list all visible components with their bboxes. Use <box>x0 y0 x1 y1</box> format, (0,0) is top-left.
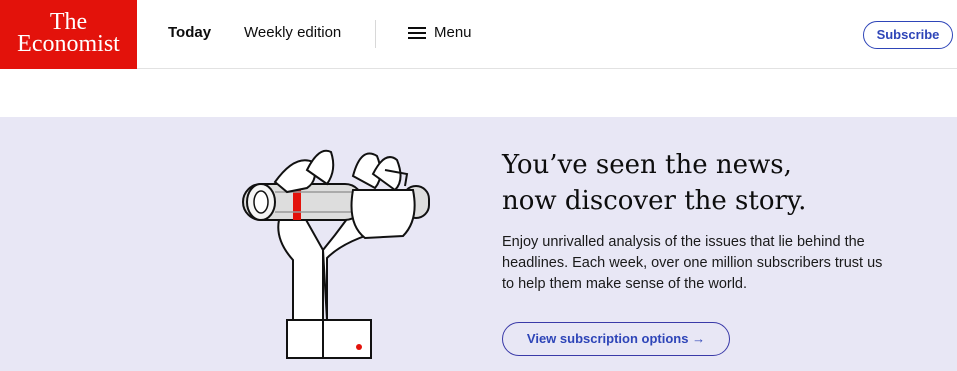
menu-button[interactable]: Menu <box>408 24 472 41</box>
nav-divider <box>375 20 376 48</box>
promo-headline-line-1: You’ve seen the news, <box>502 150 792 180</box>
promo-headline-line-2: now discover the story. <box>502 186 807 216</box>
subscribe-button[interactable]: Subscribe <box>863 21 953 49</box>
site-header: The Economist Today Weekly edition Menu … <box>0 0 957 69</box>
promo-headline: You’ve seen the news, now discover the s… <box>502 147 942 219</box>
logo-line-1: The <box>49 9 88 35</box>
logo-line-2: Economist <box>17 31 120 57</box>
economist-logo[interactable]: The Economist <box>0 0 137 69</box>
menu-label: Menu <box>434 24 472 41</box>
hamburger-icon <box>408 26 426 39</box>
hands-holding-newspaper-illustration <box>242 149 430 359</box>
promo-description: Enjoy unrivalled analysis of the issues … <box>502 234 883 292</box>
nav-today-link[interactable]: Today <box>168 24 211 41</box>
view-subscription-options-button[interactable]: View subscription options → <box>502 322 730 356</box>
nav-weekly-edition-link[interactable]: Weekly edition <box>244 24 341 41</box>
